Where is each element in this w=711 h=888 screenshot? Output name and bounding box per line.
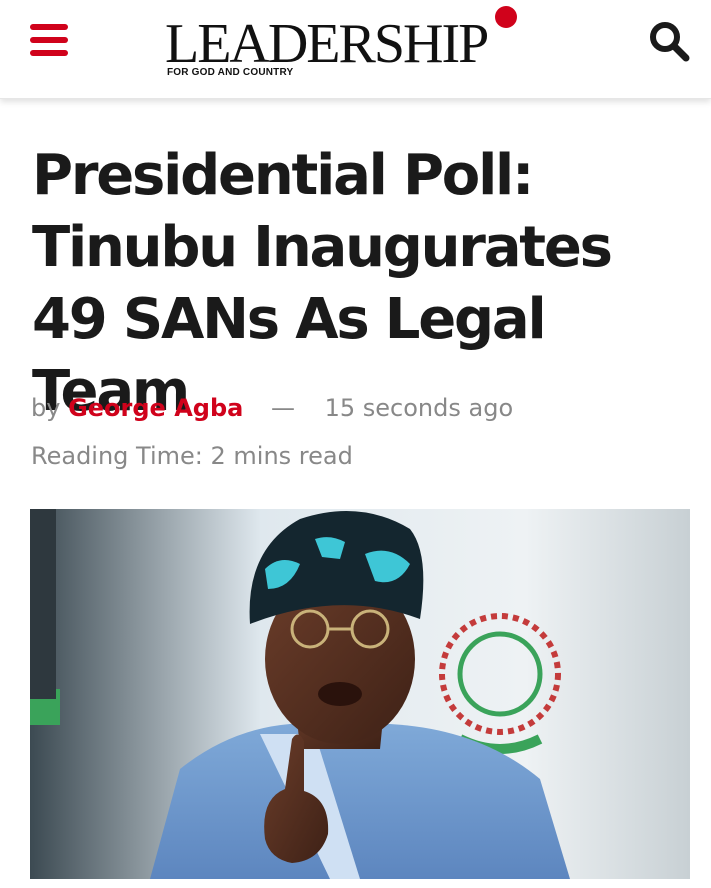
article-hero-image[interactable] xyxy=(30,509,690,879)
logo-red-dot xyxy=(495,6,517,28)
byline-separator: — xyxy=(270,394,295,422)
reading-time: Reading Time: 2 mins read xyxy=(31,442,353,470)
logo-tagline: FOR GOD AND COUNTRY xyxy=(167,67,294,78)
author-link[interactable]: George Agba xyxy=(68,394,243,422)
hamburger-menu-icon[interactable] xyxy=(30,22,70,58)
article-byline: by George Agba — 15 seconds ago xyxy=(31,390,513,426)
hero-photo xyxy=(30,509,690,879)
byline-prefix: by xyxy=(31,394,61,422)
search-icon[interactable] xyxy=(648,20,692,64)
logo-wordmark: LEADERSHIP xyxy=(165,13,489,75)
publish-timestamp: 15 seconds ago xyxy=(324,394,514,422)
menu-bar xyxy=(30,50,68,56)
site-logo[interactable]: LEADERSHIP FOR GOD AND COUNTRY xyxy=(165,6,555,86)
top-navigation-bar: LEADERSHIP FOR GOD AND COUNTRY xyxy=(0,0,711,99)
article-headline: Presidential Poll: Tinubu Inaugurates 49… xyxy=(32,143,613,424)
menu-bar xyxy=(30,24,68,30)
menu-bar xyxy=(30,37,68,43)
